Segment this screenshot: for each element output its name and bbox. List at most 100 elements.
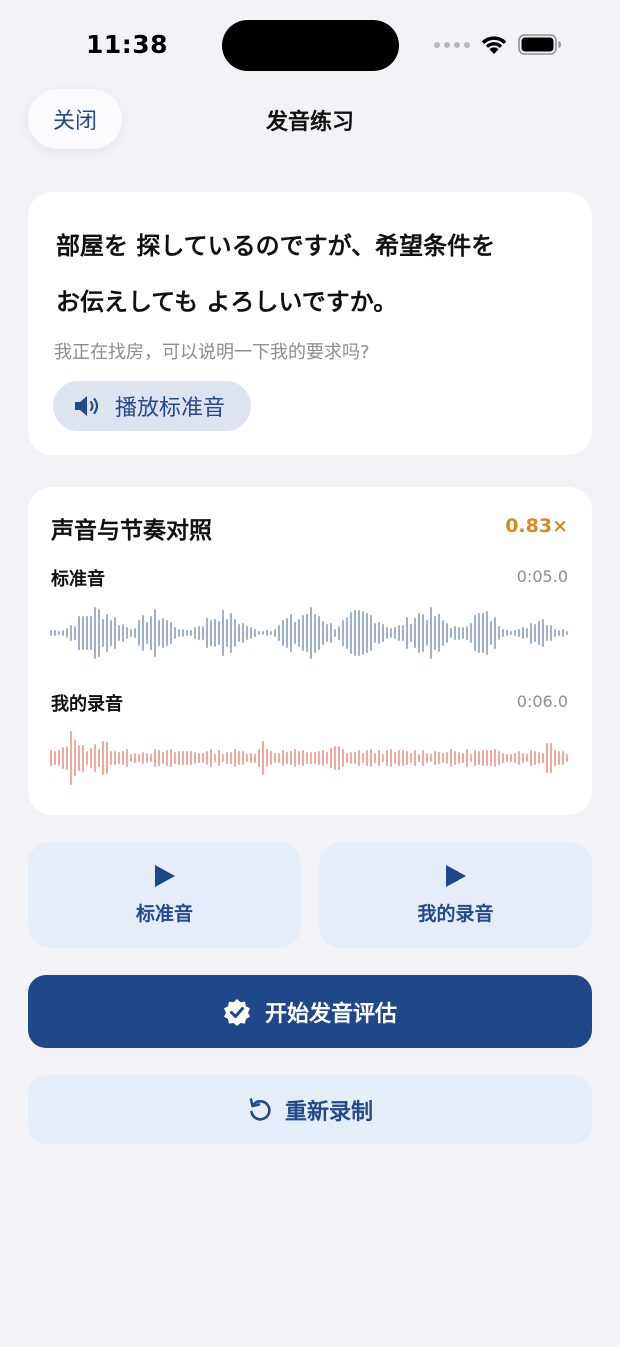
waveform-bar [170, 749, 172, 767]
waveform-bar [126, 626, 128, 640]
waveform-bar [242, 622, 244, 644]
waveform-bar [78, 616, 80, 650]
waveform-bar [350, 751, 352, 765]
waveform-bar [226, 752, 228, 764]
waveform-bar [498, 625, 500, 641]
waveform-bar [534, 751, 536, 765]
waveform-bar [342, 620, 344, 646]
waveform-bar [446, 752, 448, 764]
waveform-bar [66, 627, 68, 639]
waveform-bar [482, 750, 484, 766]
waveform-bar [146, 753, 148, 763]
waveform-bar [94, 606, 96, 660]
waveform-bar [118, 624, 120, 642]
waveform-bar [414, 750, 416, 766]
waveform-bar [158, 749, 160, 767]
waveform-bar [506, 753, 508, 763]
waveform-bar [278, 753, 280, 763]
waveform-bar [334, 746, 336, 770]
waveform-bar [390, 749, 392, 767]
sentence-card: 部屋を 探しているのですが、希望条件を お伝えしても よろしいですか。 我正在找… [28, 192, 592, 455]
waveform-bar [210, 620, 212, 646]
waveform-bar [322, 620, 324, 646]
waveform-bar [474, 614, 476, 652]
standard-track-label: 标准音 [51, 569, 105, 590]
waveform-bar [486, 610, 488, 656]
waveform-bar [174, 751, 176, 765]
waveform-bar [390, 627, 392, 639]
waveform-bar [126, 749, 128, 767]
waveform-bar [366, 612, 368, 654]
wifi-icon [481, 36, 507, 54]
play-icon [154, 864, 175, 887]
waveform-bar [470, 623, 472, 643]
play-standard-audio-button[interactable]: 播放标准音 [53, 381, 251, 431]
rerecord-button[interactable]: 重新录制 [28, 1075, 592, 1144]
waveform-comparison-card: 声音与节奏对照 0.83× 标准音 0:05.0 我的录音 0:06.0 [28, 487, 592, 815]
waveform-bar [378, 750, 380, 766]
waveform-bar [138, 619, 140, 647]
cellular-signal-icon [434, 41, 470, 48]
waveform-bar [338, 626, 340, 640]
waveform-bar [518, 751, 520, 765]
waveform-bar [554, 749, 556, 767]
waveform-bar [142, 751, 144, 765]
waveform-bar [462, 626, 464, 640]
waveform-bar [558, 630, 560, 636]
waveform-bar [510, 631, 512, 635]
waveform-bar [270, 630, 272, 636]
japanese-sentence-line-1: 部屋を 探しているのですが、希望条件を [56, 232, 496, 260]
waveform-bar [422, 614, 424, 652]
my-recording-track-duration: 0:06.0 [516, 692, 568, 711]
waveform-bar [50, 630, 52, 636]
waveform-bar [398, 750, 400, 766]
waveform-bar [198, 626, 200, 640]
waveform-bar [86, 615, 88, 651]
waveform-bar [150, 616, 152, 650]
waveform-bar [170, 621, 172, 645]
waveform-bar [378, 621, 380, 645]
waveform-bar [206, 618, 208, 648]
waveform-bar [426, 619, 428, 647]
waveform-bar [426, 753, 428, 763]
play-my-recording-tile[interactable]: 我的录音 [319, 842, 592, 948]
waveform-bar [206, 750, 208, 766]
waveform-bar [106, 613, 108, 653]
waveform-bar [434, 616, 436, 650]
waveform-bar [358, 609, 360, 657]
waveform-bar [278, 624, 280, 642]
waveform-bar [246, 753, 248, 763]
play-standard-label: 播放标准音 [115, 395, 226, 420]
waveform-bar [162, 618, 164, 648]
waveform-bar [54, 629, 56, 637]
waveform-bar [174, 627, 176, 639]
waveform-bar [354, 751, 356, 765]
waveform-bar [90, 616, 92, 650]
waveform-bar [322, 749, 324, 767]
verified-badge-icon [223, 998, 250, 1026]
waveform-bar [130, 753, 132, 763]
battery-icon [518, 34, 561, 55]
waveform-bar [286, 617, 288, 649]
waveform-bar [314, 613, 316, 653]
waveform-bar [86, 750, 88, 766]
waveform-bar [250, 626, 252, 640]
waveform-bar [334, 628, 336, 638]
waveform-bar [70, 730, 72, 786]
waveform-bar [326, 623, 328, 643]
start-evaluation-button[interactable]: 开始发音评估 [28, 975, 592, 1048]
waveform-bar [166, 750, 168, 766]
waveform-bar [446, 623, 448, 643]
waveform-bar [118, 752, 120, 764]
waveform-bar [142, 615, 144, 651]
waveform-bar [566, 630, 568, 636]
status-indicators [434, 34, 562, 55]
waveform-bar [298, 750, 300, 766]
waveform-bar [478, 612, 480, 654]
waveform-bar [190, 751, 192, 765]
waveform-bar [190, 629, 192, 637]
waveform-bar [406, 617, 408, 649]
play-standard-tile[interactable]: 标准音 [28, 842, 301, 948]
waveform-bar [354, 610, 356, 656]
waveform-bar [50, 750, 52, 766]
